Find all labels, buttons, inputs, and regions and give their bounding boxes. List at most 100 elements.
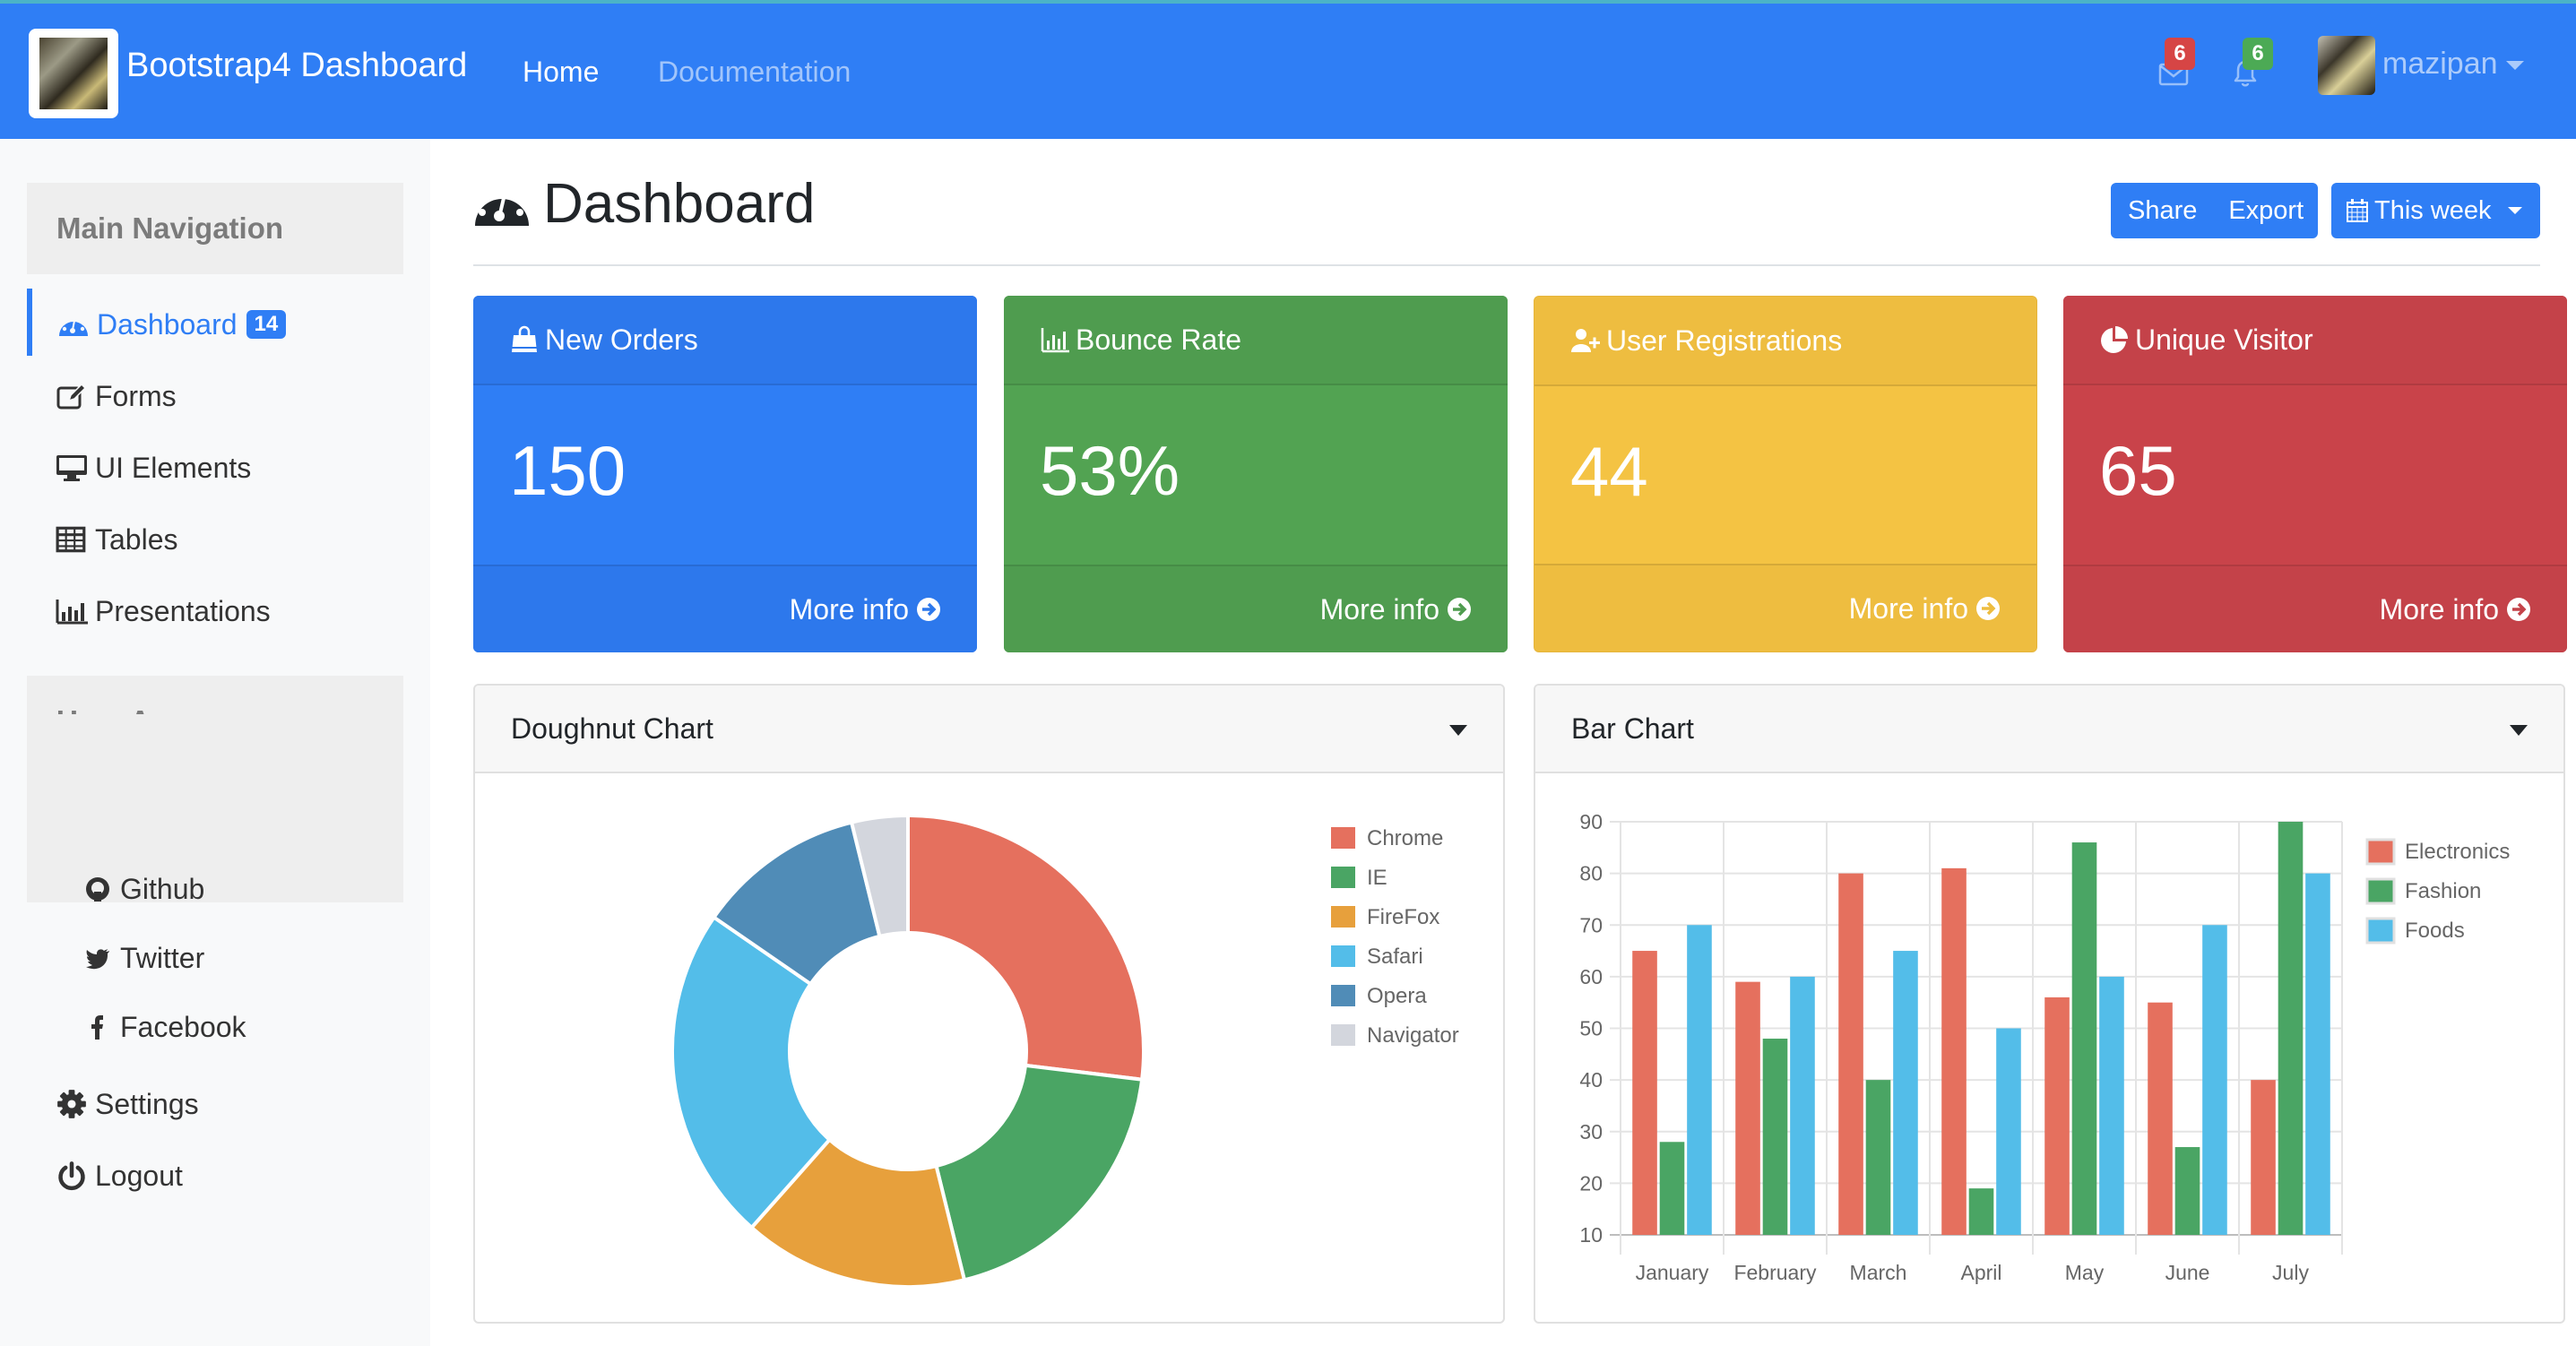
bar-fashion-march[interactable]	[1865, 1080, 1891, 1235]
bar-fashion-july[interactable]	[2278, 822, 2304, 1235]
legend-swatch	[1331, 906, 1355, 928]
bar-electronics-may[interactable]	[2044, 997, 2070, 1235]
sidebar-item-tables[interactable]: Tables	[27, 508, 403, 571]
bar-chart-icon	[1041, 328, 1069, 353]
title-divider	[473, 264, 2540, 266]
brand-logo-image	[39, 38, 108, 109]
legend-label[interactable]: Fashion	[2405, 879, 2481, 903]
legend-label[interactable]: Foods	[2405, 919, 2465, 943]
stat-card-title: Bounce Rate	[1076, 323, 1242, 356]
legend-label[interactable]: Electronics	[2405, 840, 2510, 864]
sidebar-item-logout[interactable]: Logout	[27, 1144, 403, 1207]
sidebar-item-label: Tables	[95, 522, 178, 556]
legend-swatch	[1331, 945, 1355, 967]
bar-foods-july[interactable]	[2305, 873, 2330, 1235]
y-tick-label: 70	[1579, 913, 1603, 936]
bar-fashion-june[interactable]	[2174, 1147, 2200, 1235]
github-icon	[86, 877, 109, 902]
legend-swatch	[1331, 985, 1355, 1006]
calendar-icon	[2347, 199, 2368, 222]
legend-label[interactable]: IE	[1367, 866, 1387, 890]
more-info-label: More info	[1319, 592, 1439, 626]
legend-label[interactable]: Safari	[1367, 945, 1423, 969]
arrow-circle-right-icon	[917, 598, 940, 621]
arrow-circle-right-icon	[1448, 598, 1471, 621]
bar-foods-april[interactable]	[1996, 1028, 2021, 1236]
legend-label[interactable]: Navigator	[1367, 1023, 1459, 1048]
sidebar-item-dashboard[interactable]: Dashboard 14	[27, 293, 403, 356]
legend-swatch	[1331, 867, 1355, 888]
bar-chart-icon	[56, 600, 88, 625]
more-info-link[interactable]: More info	[1004, 565, 1508, 652]
dashboard-gauge-icon	[59, 315, 88, 336]
x-tick-label: April	[1960, 1261, 2001, 1284]
brand-logo[interactable]	[29, 29, 118, 118]
arrow-circle-right-icon	[2507, 598, 2530, 621]
stat-card-user-registrations: User Registrations 44 More info	[1534, 296, 2037, 652]
legend-label[interactable]: Chrome	[1367, 826, 1443, 850]
bar-foods-march[interactable]	[1893, 951, 1918, 1235]
legend-swatch	[2365, 877, 2396, 905]
bar-fashion-may[interactable]	[2071, 842, 2097, 1235]
bar-fashion-january[interactable]	[1659, 1142, 1685, 1235]
bar-electronics-june[interactable]	[2148, 1002, 2173, 1235]
avatar	[2318, 36, 2375, 95]
x-tick-label: January	[1636, 1261, 1709, 1284]
power-icon	[58, 1161, 85, 1191]
sidebar-item-ui-elements[interactable]: UI Elements	[27, 436, 403, 499]
brand-title[interactable]: Bootstrap4 Dashboard	[126, 47, 467, 85]
stat-card-header: Bounce Rate	[1004, 296, 1508, 385]
legend-swatch	[2365, 917, 2396, 945]
bar-foods-january[interactable]	[1687, 925, 1712, 1235]
chevron-down-icon[interactable]	[2510, 725, 2528, 736]
sidebar-item-label: UI Elements	[95, 451, 252, 484]
bar-chart-title: Bar Chart	[1571, 712, 1694, 745]
date-range-dropdown[interactable]: This week	[2331, 183, 2540, 238]
legend-label[interactable]: FireFox	[1367, 905, 1439, 929]
stat-card-value: 65	[2099, 431, 2177, 510]
bar-foods-february[interactable]	[1790, 976, 1815, 1235]
share-button[interactable]: Share	[2111, 183, 2215, 238]
bar-electronics-march[interactable]	[1838, 873, 1863, 1235]
chevron-down-icon[interactable]	[1449, 725, 1467, 736]
bar-foods-june[interactable]	[2202, 925, 2227, 1235]
bar-electronics-january[interactable]	[1632, 951, 1657, 1235]
x-tick-label: March	[1850, 1261, 1907, 1284]
stat-card-value: 44	[1570, 432, 1648, 511]
bar-fashion-february[interactable]	[1762, 1039, 1788, 1235]
nav-link-home[interactable]: Home	[523, 56, 599, 89]
stat-card-value: 150	[509, 431, 627, 510]
sidebar-item-forms[interactable]: Forms	[27, 365, 403, 427]
y-tick-label: 40	[1579, 1068, 1603, 1091]
dashboard-gauge-icon	[475, 184, 529, 226]
submenu-item-facebook[interactable]: Facebook	[84, 996, 246, 1058]
legend-label[interactable]: Opera	[1367, 984, 1427, 1008]
bar-electronics-february[interactable]	[1735, 981, 1760, 1235]
dashboard-count-badge: 14	[246, 310, 287, 339]
profile-submenu	[27, 714, 403, 902]
more-info-link[interactable]: More info	[1534, 564, 2036, 651]
sidebar-item-label: Forms	[95, 379, 177, 412]
legend-swatch	[1331, 1024, 1355, 1046]
submenu-item-github[interactable]: Github	[84, 858, 204, 920]
bar-electronics-july[interactable]	[2251, 1080, 2276, 1235]
more-info-link[interactable]: More info	[473, 565, 977, 652]
legend-swatch	[1331, 827, 1355, 849]
bar-foods-may[interactable]	[2099, 976, 2124, 1235]
arrow-circle-right-icon	[1976, 597, 2000, 620]
doughnut-slice-chrome[interactable]	[906, 813, 1145, 1082]
export-button[interactable]: Export	[2215, 183, 2319, 238]
table-icon	[56, 526, 86, 553]
sidebar-item-label: Settings	[95, 1087, 199, 1120]
sidebar-item-settings[interactable]: Settings	[27, 1073, 403, 1135]
more-info-link[interactable]: More info	[2063, 565, 2567, 652]
doughnut-slice-ie[interactable]	[934, 1063, 1145, 1282]
submenu-item-twitter[interactable]: Twitter	[84, 927, 204, 989]
doughnut-chart: Chrome IE FireFox Safari Opera Navigator	[670, 813, 1459, 1289]
bar-electronics-april[interactable]	[1941, 867, 1967, 1235]
nav-link-documentation[interactable]: Documentation	[658, 56, 851, 89]
desktop-icon	[56, 455, 87, 481]
sidebar-item-presentations[interactable]: Presentations	[27, 580, 403, 643]
bar-fashion-april[interactable]	[1968, 1188, 1994, 1235]
messages-badge: 6	[2165, 38, 2195, 70]
